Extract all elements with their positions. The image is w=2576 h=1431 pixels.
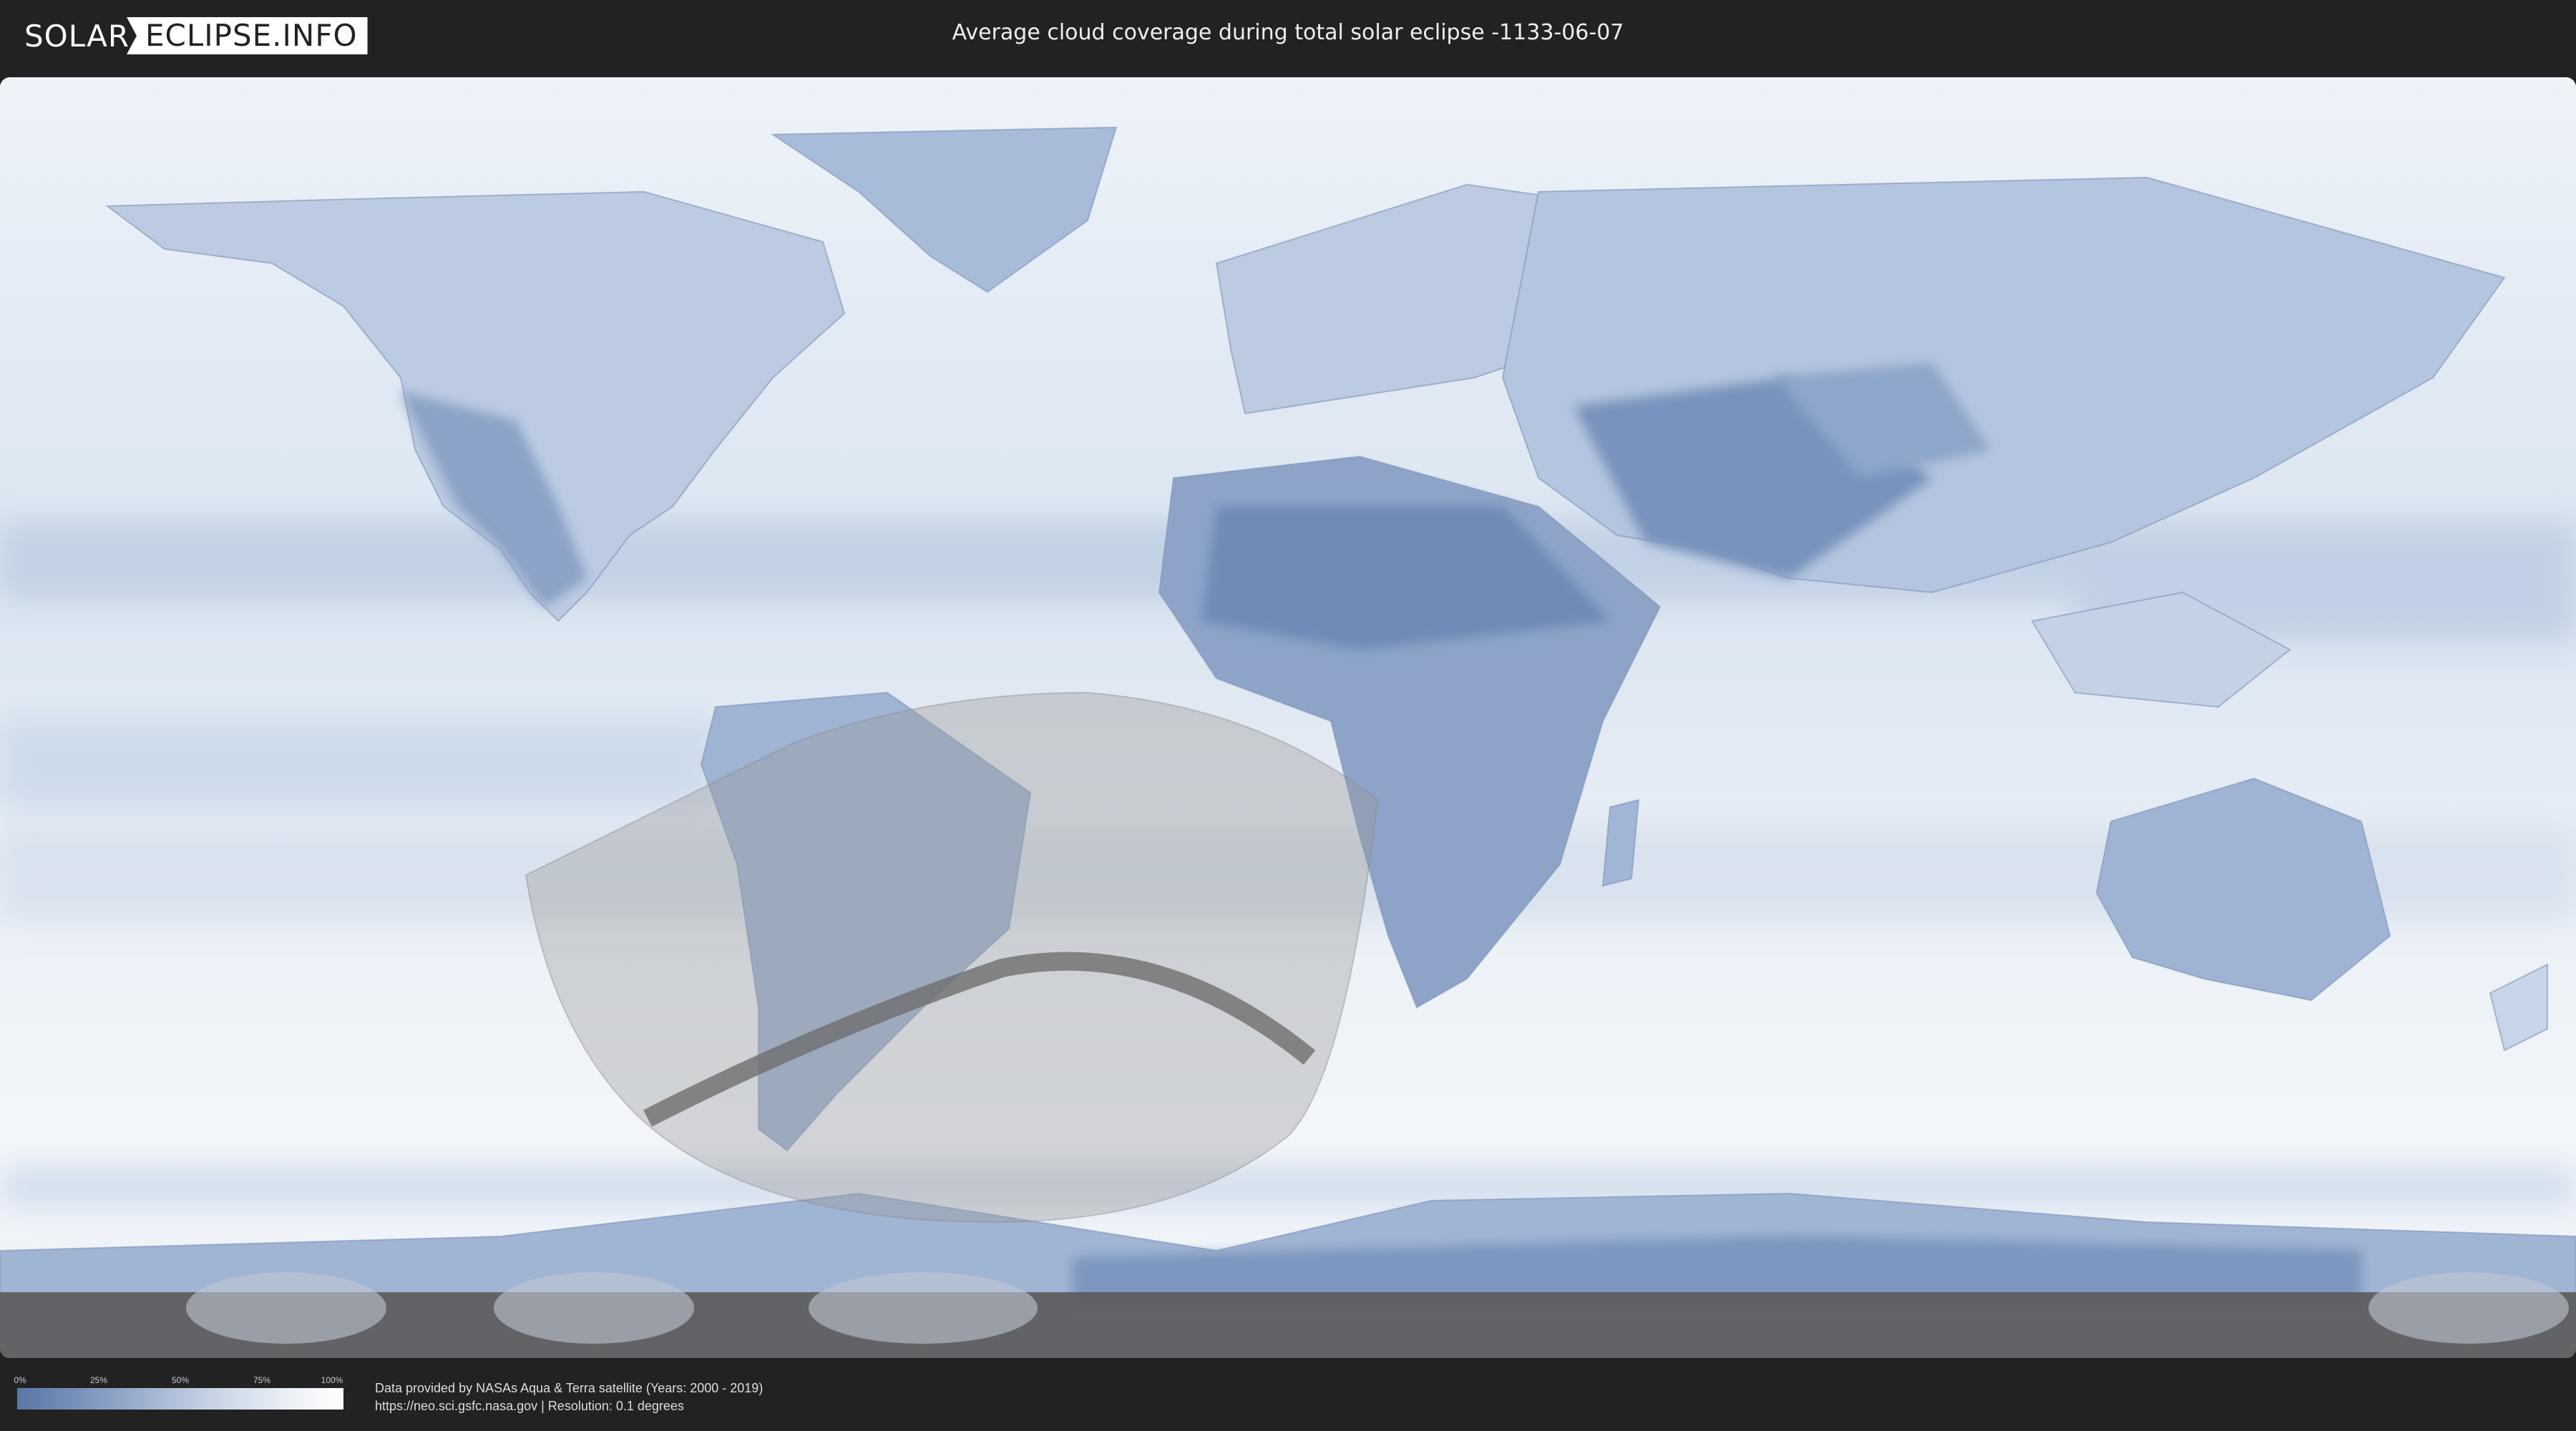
- legend-tick-75: 75%: [253, 1375, 271, 1385]
- map-svg: [0, 77, 2576, 1358]
- legend-tick-25: 25%: [89, 1375, 108, 1385]
- credits-line-2: https://neo.sci.gsfc.nasa.gov | Resoluti…: [375, 1399, 684, 1413]
- data-credits: Data provided by NASAs Aqua & Terra sate…: [375, 1379, 763, 1415]
- cloud-coverage-map[interactable]: [0, 77, 2576, 1358]
- legend-tick-0: 0%: [14, 1375, 26, 1385]
- page-title: Average cloud coverage during total sola…: [952, 20, 1624, 45]
- legend-tick-100: 100%: [321, 1375, 343, 1385]
- footer: 0% 25% 50% 75% 100% Data provided by NAS…: [0, 1358, 2576, 1431]
- top-bar: SOLAR ECLIPSE.INFO Average cloud coverag…: [0, 0, 2576, 72]
- legend-ticks: 0% 25% 50% 75% 100%: [14, 1375, 343, 1388]
- cloud-coverage-legend: 0% 25% 50% 75% 100%: [14, 1375, 343, 1410]
- legend-tick-50: 50%: [171, 1375, 190, 1385]
- legend-color-bar: [17, 1388, 343, 1410]
- polar-night-band: [0, 1292, 2576, 1358]
- credits-line-1: Data provided by NASAs Aqua & Terra sate…: [375, 1381, 763, 1395]
